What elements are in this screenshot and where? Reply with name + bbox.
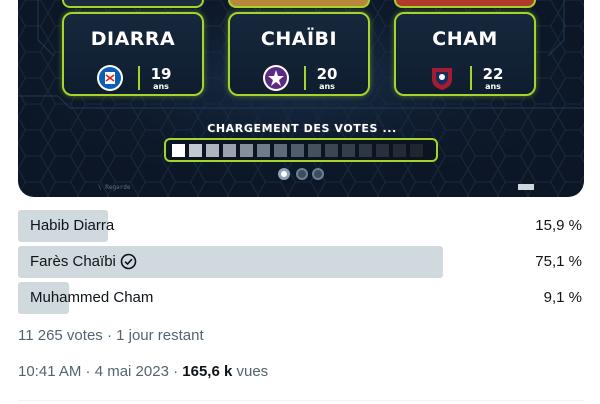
poll-option-cham: Muhammed Cham 9,1 % [18, 282, 584, 314]
poll-option-label: Farès Chaïbi [30, 253, 137, 270]
player-name: DIARRA [90, 28, 176, 50]
image-frame-top-1 [62, 0, 204, 8]
progress-segment [308, 144, 321, 157]
progress-segment [240, 144, 253, 157]
strasbourg-crest-icon [97, 65, 123, 91]
toulouse-crest-icon [263, 65, 289, 91]
poll-option-percent: 75,1 % [535, 253, 582, 270]
progress-segment [223, 144, 236, 157]
card-divider [470, 66, 472, 90]
progress-segment [274, 144, 287, 157]
player-age: 19 [150, 65, 172, 83]
progress-segment [189, 144, 202, 157]
ligue1-logo-icon [312, 168, 324, 180]
poll-media-image[interactable]: DIARRA 19 ans CHAÏBI 20 ans CHAM 22 ans … [18, 0, 584, 197]
loading-progress-bar [164, 138, 438, 162]
player-card-cham: CHAM 22 ans [394, 12, 536, 96]
progress-segment [410, 144, 423, 157]
player-name: CHAM [432, 28, 498, 50]
progress-segment [206, 144, 219, 157]
card-divider [138, 66, 140, 90]
poll-summary: 11 265 votes · 1 jour restant [18, 327, 204, 344]
views-label: vues [232, 363, 269, 380]
tweet-datetime[interactable]: 10:41 AM · 4 mai 2023 · [18, 363, 182, 380]
progress-segment [257, 144, 270, 157]
card-divider [304, 66, 306, 90]
loading-votes-text: CHARGEMENT DES VOTES ... [207, 122, 397, 135]
image-frame-top-2 [228, 0, 370, 8]
progress-segment [393, 144, 406, 157]
progress-segment [359, 144, 372, 157]
progress-segment [172, 144, 185, 157]
progress-segment [376, 144, 389, 157]
player-card-chaibi: CHAÏBI 20 ans [228, 12, 370, 96]
ligue1-logo-icon [296, 168, 308, 180]
media-corner-mark [518, 184, 534, 190]
progress-segment [325, 144, 338, 157]
progress-segment [342, 144, 355, 157]
player-age-unit: ans [485, 82, 501, 91]
tweet-timestamp-line: 10:41 AM · 4 mai 2023 · 165,6 k vues [18, 363, 268, 380]
player-name: CHAÏBI [260, 28, 338, 50]
player-age: 22 [482, 65, 504, 83]
ligue1-logo-icon [278, 168, 290, 180]
poll-option-chaibi: Farès Chaïbi 75,1 % [18, 246, 584, 278]
poll-option-percent: 15,9 % [535, 217, 582, 234]
poll-option-label: Muhammed Cham [30, 289, 153, 306]
progress-segment [291, 144, 304, 157]
section-divider [18, 400, 584, 401]
poll-option-text: Habib Diarra [30, 217, 115, 234]
player-age-unit: ans [319, 82, 335, 91]
poll-option-percent: 9,1 % [543, 289, 582, 306]
poll-option-diarra: Habib Diarra 15,9 % [18, 210, 584, 242]
watermark-text: \ Regarde [98, 184, 131, 191]
poll-option-label: Habib Diarra [30, 217, 114, 234]
player-age: 20 [316, 65, 338, 83]
player-age-unit: ans [153, 82, 169, 91]
views-count: 165,6 k [182, 363, 233, 380]
check-circle-icon [120, 253, 137, 270]
poll-option-text: Farès Chaïbi [30, 253, 116, 270]
player-card-diarra: DIARRA 19 ans [62, 12, 204, 96]
clermont-crest-icon [432, 68, 452, 90]
image-frame-top-3 [394, 0, 536, 8]
poll-option-text: Muhammed Cham [30, 289, 154, 306]
